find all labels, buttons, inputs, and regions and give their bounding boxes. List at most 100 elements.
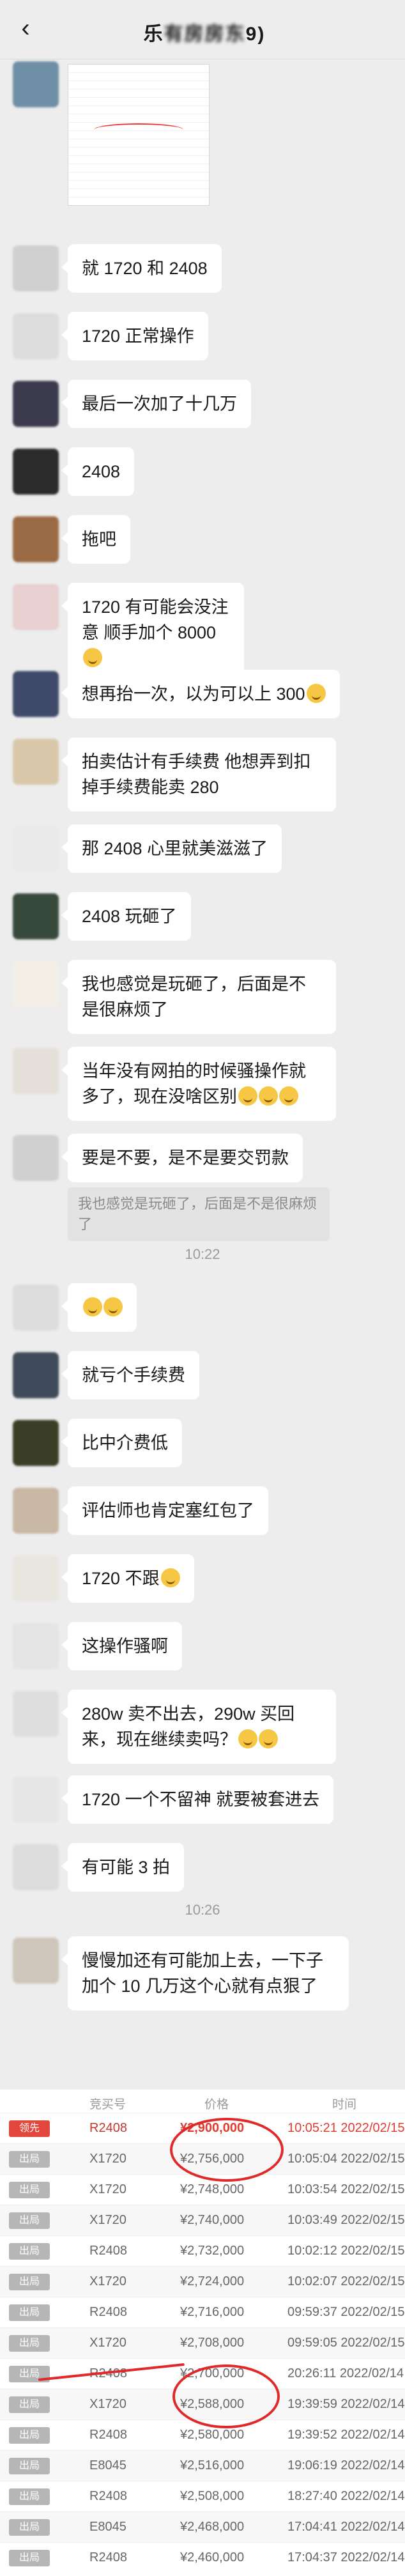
avatar[interactable]	[13, 1284, 59, 1330]
price-cell: ¥2,724,000	[180, 2274, 245, 2288]
table-row: 出局 X1720 ¥2,708,000 09:59:05 2022/02/15	[0, 2327, 405, 2359]
avatar[interactable]	[13, 313, 59, 359]
grin-emoji-icon	[238, 1729, 257, 1748]
time-cell: 10:02:12 2022/02/15	[287, 2244, 405, 2258]
table-row: 出局 R2408 ¥2,716,000 09:59:37 2022/02/15	[0, 2297, 405, 2328]
table-row: 出局 R2408 ¥2,508,000 18:27:40 2022/02/14	[0, 2481, 405, 2512]
avatar[interactable]	[13, 1844, 59, 1890]
message-bubble[interactable]: 慢慢加还有可能加上去，一下子加个 10 几万这个心就有点狠了	[61, 1936, 349, 2010]
avatar[interactable]	[13, 1488, 59, 1534]
time-cell: 19:39:52 2022/02/14	[287, 2428, 405, 2442]
price-cell: ¥2,468,000	[180, 2520, 245, 2534]
message-bubble[interactable]: 280w 卖不出去，290w 买回来，现在继续卖吗？	[61, 1690, 336, 1764]
message-bubble[interactable]: 我也感觉是玩砸了，后面是不是很麻烦了	[61, 960, 336, 1034]
avatar[interactable]	[13, 516, 59, 562]
message-bubble[interactable]: 1720 有可能会没注意 顺手加个 8000	[61, 583, 244, 683]
message-bubble[interactable]: 2408	[61, 447, 135, 496]
avatar[interactable]	[13, 961, 59, 1007]
bidder-cell: R2408	[89, 2428, 127, 2442]
table-row: 出局 E8045 ¥2,468,000 17:04:41 2022/02/14	[0, 2511, 405, 2543]
time-cell: 10:02:07 2022/02/15	[287, 2274, 405, 2288]
status-badge: 出局	[9, 2550, 50, 2566]
message-bubble[interactable]: 就亏个手续费	[61, 1351, 199, 1400]
status-badge: 出局	[9, 2182, 50, 2198]
avatar[interactable]	[13, 1420, 59, 1466]
message-bubble[interactable]: 那 2408 心里就美滋滋了	[61, 824, 282, 873]
message-bubble[interactable]: 1720 一个不留神 就要被套进去	[61, 1775, 334, 1824]
status-badge: 领先	[9, 2120, 50, 2137]
message-bubble[interactable]: 就 1720 和 2408	[61, 244, 222, 293]
chat-title-name: 有房房东	[164, 24, 246, 45]
avatar[interactable]	[13, 893, 59, 939]
avatar[interactable]	[13, 449, 59, 495]
message-bubble[interactable]: 比中介费低	[61, 1419, 182, 1467]
chat-title-prefix: 乐	[143, 24, 164, 45]
time-cell: 20:26:11 2022/02/14	[287, 2366, 404, 2380]
price-cell: ¥2,460,000	[180, 2550, 245, 2564]
status-badge: 出局	[9, 2151, 50, 2168]
shared-image[interactable]	[68, 64, 210, 206]
message-text: 1720 不跟	[82, 1569, 160, 1588]
avatar[interactable]	[13, 1555, 59, 1601]
chat-title-count: 9)	[245, 24, 266, 45]
header-bidder: 竞买号	[89, 2098, 126, 2111]
table-row: 出局 X1720 ¥2,740,000 10:03:49 2022/02/15	[0, 2205, 405, 2236]
message-bubble[interactable]: 要是不要，是不是要交罚款	[61, 1134, 303, 1182]
header-price: 价格	[204, 2098, 229, 2111]
quoted-message[interactable]: 我也感觉是玩砸了，后面是不是很麻烦了	[68, 1187, 330, 1241]
message-bubble[interactable]: 想再抬一次，以为可以上 300	[61, 670, 340, 718]
table-row: 出局 X1720 ¥2,724,000 10:02:07 2022/02/15	[0, 2266, 405, 2297]
avatar[interactable]	[13, 61, 59, 107]
price-cell: ¥2,748,000	[180, 2182, 245, 2196]
price-highlight-circle	[170, 2118, 284, 2182]
avatar[interactable]	[13, 1048, 59, 1094]
bid-record-table: 竞买号 价格 时间 领先 R2408 ¥2,900,000 10:05:21 2022…	[0, 2090, 405, 2576]
avatar[interactable]	[13, 381, 59, 427]
message-bubble[interactable]: 1720 不跟	[61, 1554, 194, 1603]
message-bubble[interactable]: 1720 正常操作	[61, 312, 208, 360]
back-arrow-icon[interactable]: ‹	[11, 14, 40, 42]
avatar[interactable]	[13, 826, 59, 872]
message-bubble[interactable]: 2408 玩砸了	[61, 892, 191, 941]
message-bubble[interactable]: 最后一次加了十几万	[61, 380, 251, 428]
message-bubble[interactable]: 有可能 3 拍	[61, 1843, 185, 1892]
status-badge: 出局	[9, 2243, 50, 2260]
avatar[interactable]	[13, 245, 59, 291]
message-bubble[interactable]: 这操作骚啊	[61, 1622, 182, 1670]
avatar[interactable]	[13, 671, 59, 717]
bidder-cell: R2408	[89, 2244, 127, 2258]
message-bubble[interactable]: 评估师也肯定塞红包了	[61, 1486, 268, 1535]
time-cell: 09:59:37 2022/02/15	[287, 2305, 405, 2319]
message-bubble[interactable]: 拖吧	[61, 515, 130, 564]
grin-emoji-icon	[238, 1086, 257, 1106]
avatar[interactable]	[13, 1623, 59, 1669]
message-text: 1720 有可能会没注意 顺手加个 8000	[82, 598, 229, 642]
time-cell: 10:03:49 2022/02/15	[287, 2213, 405, 2227]
avatar[interactable]	[13, 584, 59, 630]
price-cell: ¥2,508,000	[180, 2489, 245, 2503]
smirk-emoji-icon	[306, 684, 326, 703]
price-cell: ¥2,740,000	[180, 2213, 245, 2227]
price-cell: ¥2,732,000	[180, 2244, 245, 2258]
smirk-emoji-icon	[160, 1568, 180, 1587]
price-cell: ¥2,580,000	[180, 2428, 245, 2442]
avatar[interactable]	[13, 1777, 59, 1823]
message-bubble[interactable]: 拍卖估计有手续费 他想弄到扣掉手续费能卖 280	[61, 737, 336, 812]
bidder-cell: X1720	[89, 2336, 126, 2350]
avatar[interactable]	[13, 739, 59, 785]
status-badge: 出局	[9, 2274, 50, 2290]
avatar[interactable]	[13, 1938, 59, 1984]
message-bubble[interactable]	[61, 1283, 137, 1332]
bidder-cell: R2408	[89, 2305, 127, 2319]
bidder-cell: E8045	[89, 2458, 126, 2472]
time-cell: 17:04:41 2022/02/14	[287, 2520, 405, 2534]
bidder-cell: R2408	[89, 2489, 127, 2503]
avatar[interactable]	[13, 1352, 59, 1398]
avatar[interactable]	[13, 1691, 59, 1737]
avatar[interactable]	[13, 1135, 59, 1181]
chat-header: ‹ 乐有房房东9)	[0, 0, 405, 59]
message-bubble[interactable]: 当年没有网拍的时候骚操作就多了，现在没啥区别	[61, 1047, 336, 1121]
bidder-cell: E8045	[89, 2520, 126, 2534]
status-badge: 出局	[9, 2458, 50, 2474]
bidder-cell: X1720	[89, 2213, 126, 2227]
